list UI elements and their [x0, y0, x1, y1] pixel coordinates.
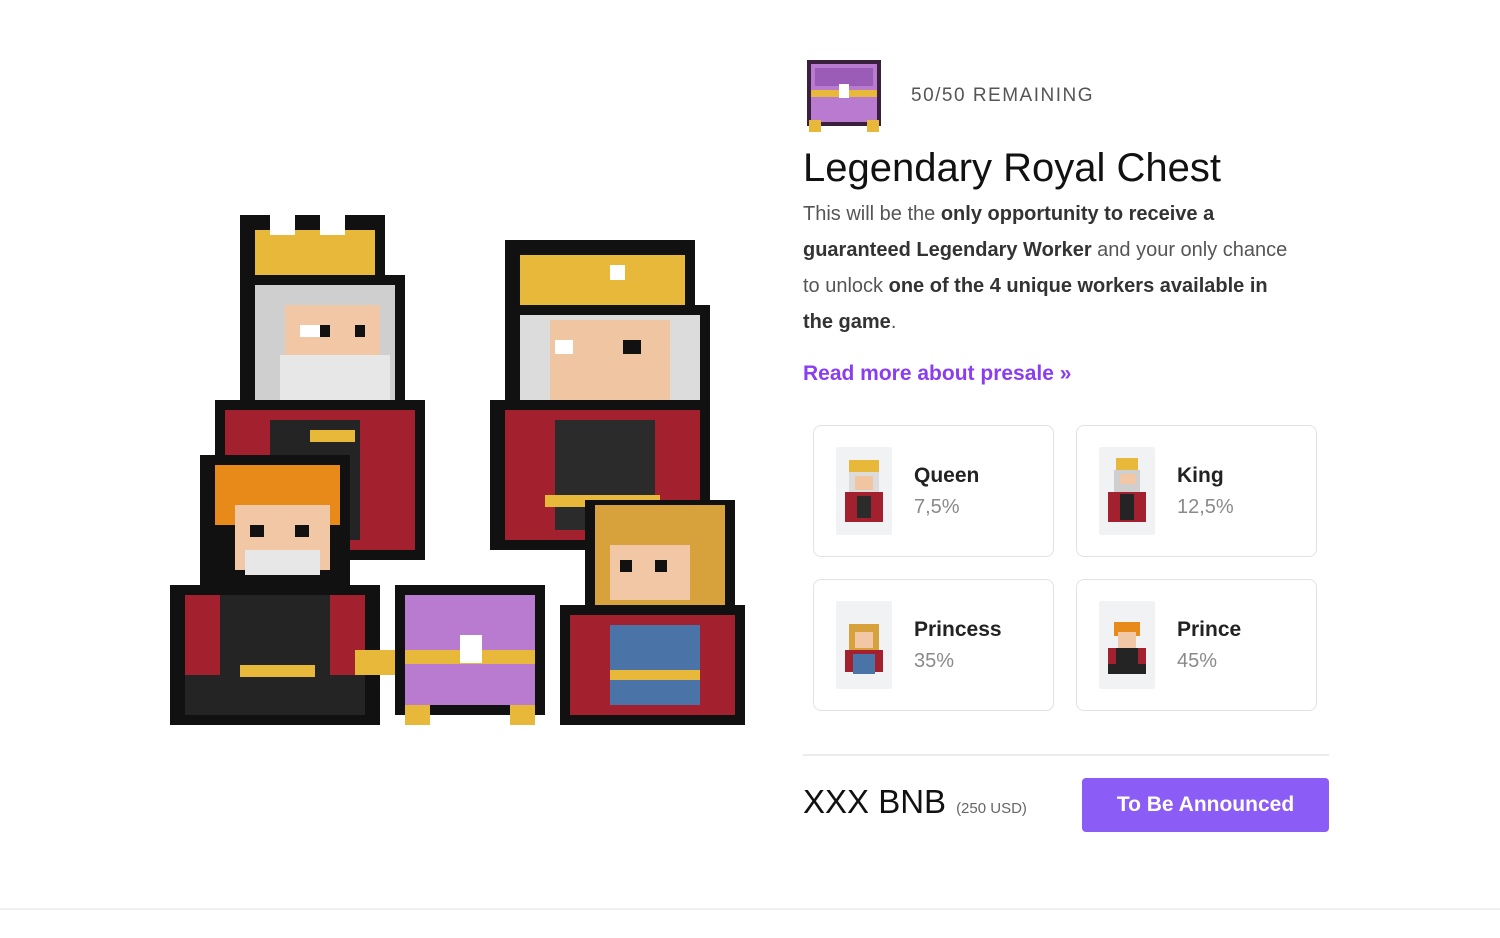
- to-be-announced-button[interactable]: To Be Announced: [1082, 778, 1329, 832]
- read-more-link[interactable]: Read more about presale »: [803, 362, 1071, 386]
- divider: [803, 754, 1329, 756]
- worker-name: Queen: [914, 463, 980, 487]
- worker-name: Prince: [1177, 617, 1242, 641]
- worker-card-queen[interactable]: Queen 7,5%: [813, 425, 1054, 557]
- worker-card-princess[interactable]: Princess 35%: [813, 579, 1054, 711]
- princess-sprite-icon: [836, 601, 892, 689]
- king-sprite-icon: [1099, 447, 1155, 535]
- worker-chance: 7,5%: [914, 495, 960, 518]
- remaining-count: 50/50 REMAINING: [911, 85, 1094, 106]
- price-value: XXX BNB: [803, 783, 947, 820]
- worker-name: Princess: [914, 617, 1002, 641]
- queen-sprite-icon: [836, 447, 892, 535]
- footer-divider: [0, 908, 1500, 910]
- worker-chance: 45%: [1177, 649, 1218, 672]
- worker-chance: 35%: [914, 649, 955, 672]
- worker-card-king[interactable]: King 12,5%: [1076, 425, 1317, 557]
- worker-odds-grid: Queen 7,5% King 12,5% Princess 35% Princ…: [813, 425, 1319, 711]
- price-usd: (250 USD): [956, 800, 1027, 817]
- description: This will be the only opportunity to rec…: [803, 196, 1293, 340]
- princess-figure: [560, 500, 745, 725]
- prince-sprite-icon: [1099, 601, 1155, 689]
- royal-family-illustration: [160, 205, 760, 735]
- chest-header: 50/50 REMAINING: [803, 56, 1333, 136]
- price-block: XXX BNB (250 USD): [803, 783, 1027, 821]
- description-text: This will be the: [803, 203, 941, 225]
- worker-name: King: [1177, 463, 1224, 487]
- presale-info-panel: 50/50 REMAINING Legendary Royal Chest Th…: [803, 56, 1333, 386]
- worker-card-prince[interactable]: Prince 45%: [1076, 579, 1317, 711]
- chest-figure: [395, 585, 545, 725]
- chest-icon: [807, 60, 881, 132]
- worker-chance: 12,5%: [1177, 495, 1234, 518]
- page-title: Legendary Royal Chest: [803, 146, 1222, 190]
- description-text: .: [890, 311, 897, 333]
